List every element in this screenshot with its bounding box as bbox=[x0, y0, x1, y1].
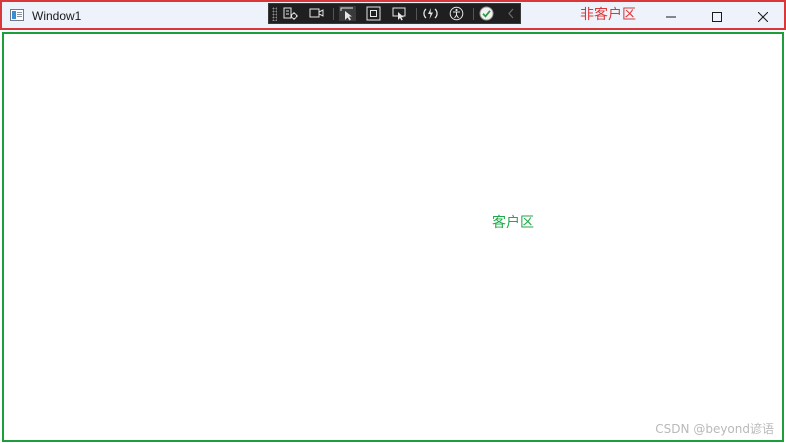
client-area-label: 客户区 bbox=[492, 215, 534, 231]
window-title: Window1 bbox=[32, 9, 82, 23]
toolbar-separator bbox=[416, 8, 417, 20]
minimize-button[interactable] bbox=[648, 4, 694, 29]
go-to-live-visual-tree-icon[interactable] bbox=[282, 6, 299, 21]
show-in-app-toolbar-icon[interactable] bbox=[308, 6, 325, 21]
maximize-button[interactable] bbox=[694, 4, 740, 29]
hot-reload-icon[interactable] bbox=[422, 6, 439, 21]
toolbar-separator bbox=[473, 8, 474, 20]
non-client-area-label: 非客户区 bbox=[580, 7, 636, 23]
xaml-debug-toolbar bbox=[268, 3, 521, 24]
app-window: Window1 非客户区 客户区 CSDN @beyond谚语 bbox=[0, 0, 786, 443]
close-button[interactable] bbox=[740, 4, 786, 29]
maximize-icon bbox=[712, 7, 722, 26]
binding-status-ok-icon[interactable] bbox=[478, 6, 495, 21]
select-element-icon[interactable] bbox=[339, 6, 356, 21]
toolbar-grip-handle[interactable] bbox=[272, 7, 277, 21]
collapse-toolbar-icon[interactable] bbox=[503, 6, 520, 21]
csdn-watermark: CSDN @beyond谚语 bbox=[655, 422, 774, 436]
display-layout-adorners-icon[interactable] bbox=[365, 6, 382, 21]
toolbar-separator bbox=[333, 8, 334, 20]
accessibility-checker-icon[interactable] bbox=[448, 6, 465, 21]
track-focused-element-icon[interactable] bbox=[391, 6, 408, 21]
title-bar[interactable]: Window1 非客户区 bbox=[0, 0, 786, 30]
app-window-icon[interactable] bbox=[10, 9, 24, 21]
client-area: 客户区 CSDN @beyond谚语 bbox=[2, 32, 784, 442]
close-icon bbox=[757, 7, 769, 26]
minimize-icon bbox=[666, 7, 676, 26]
